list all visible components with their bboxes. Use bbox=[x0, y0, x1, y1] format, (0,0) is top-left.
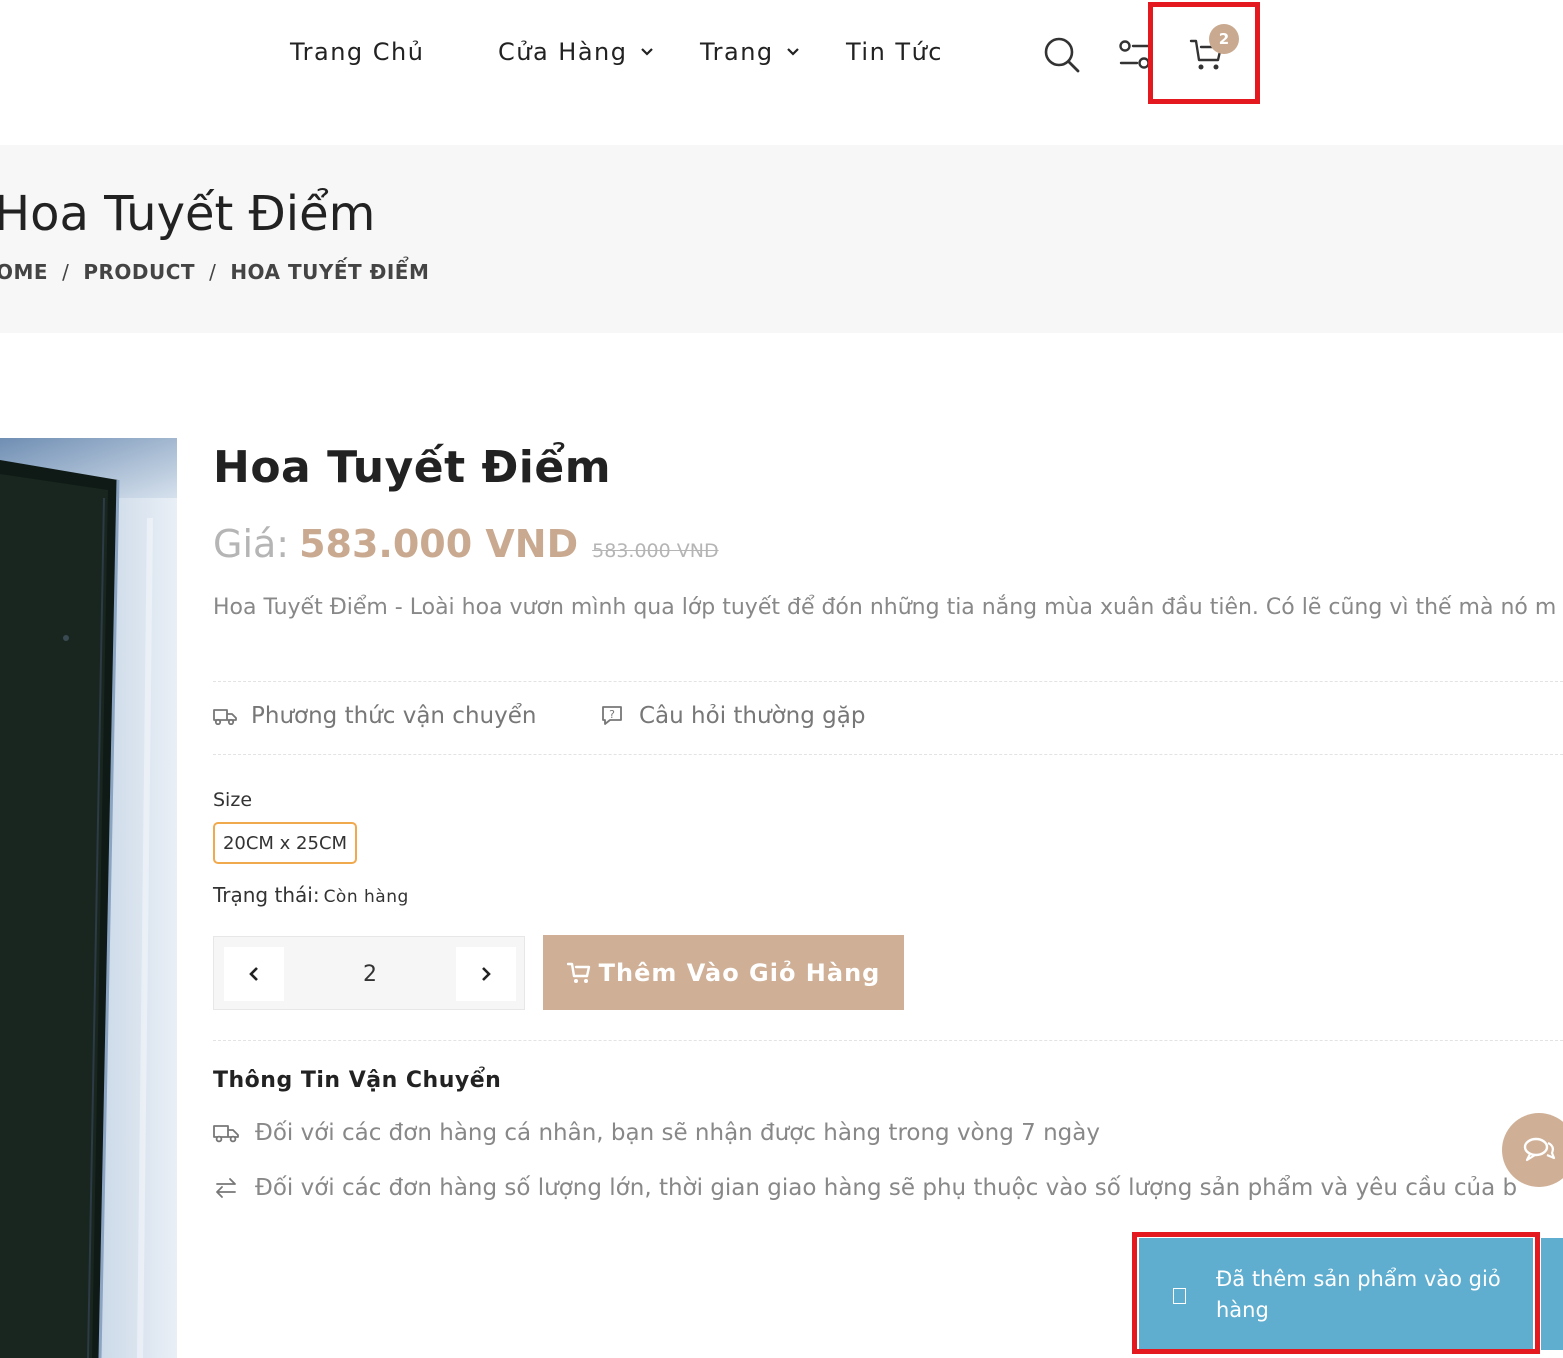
nav-shop-label: Cửa Hàng bbox=[498, 38, 628, 66]
stock-status-label: Trạng thái: bbox=[213, 883, 320, 907]
quantity-increase-button[interactable] bbox=[456, 947, 516, 1001]
stock-status: Trạng thái: Còn hàng bbox=[213, 883, 409, 907]
shipping-info-text: Đối với các đơn hàng số lượng lớn, thời … bbox=[255, 1175, 1518, 1201]
nav-news-label: Tin Tức bbox=[846, 38, 943, 66]
breadcrumb-separator: / bbox=[62, 260, 70, 284]
stock-status-value: Còn hàng bbox=[323, 887, 409, 907]
faq-label: Câu hỏi thường gặp bbox=[639, 703, 866, 729]
quantity-decrease-button[interactable] bbox=[224, 947, 284, 1001]
size-option-selected[interactable]: 20CM x 25CM bbox=[213, 822, 357, 864]
size-label: Size bbox=[213, 789, 253, 811]
faq-link[interactable]: ? Câu hỏi thường gặp bbox=[601, 703, 865, 729]
chevron-down-icon bbox=[786, 48, 799, 56]
breadcrumb-home[interactable]: OME bbox=[0, 260, 48, 284]
chevron-right-icon bbox=[482, 967, 491, 981]
nav-pages-label: Trang bbox=[700, 38, 774, 66]
truck-icon bbox=[213, 709, 237, 725]
shipping-method-label: Phương thức vận chuyển bbox=[251, 703, 537, 729]
shipping-method-link[interactable]: Phương thức vận chuyển bbox=[213, 703, 536, 729]
add-to-cart-label: Thêm Vào Giỏ Hàng bbox=[598, 958, 881, 987]
nav-pages[interactable]: Trang bbox=[700, 38, 800, 66]
divider bbox=[213, 754, 1563, 755]
shipping-info-text: Đối với các đơn hàng cá nhân, bạn sẽ nhậ… bbox=[255, 1120, 1100, 1146]
add-to-cart-button[interactable]: Thêm Vào Giỏ Hàng bbox=[543, 935, 904, 1010]
nav-home-label: Trang Chủ bbox=[290, 38, 425, 66]
toast-notification-secondary bbox=[1541, 1238, 1563, 1350]
nav-news[interactable]: Tin Tức bbox=[846, 38, 943, 66]
shipping-info-heading: Thông Tin Vận Chuyển bbox=[213, 1068, 502, 1093]
price-old: 583.000 VND bbox=[592, 540, 719, 562]
quantity-stepper: 2 bbox=[213, 936, 525, 1010]
svg-text:?: ? bbox=[609, 708, 615, 721]
search-icon[interactable] bbox=[1043, 36, 1081, 74]
product-image[interactable] bbox=[0, 438, 177, 1358]
divider bbox=[213, 681, 1563, 682]
quantity-input[interactable]: 2 bbox=[310, 955, 430, 995]
product-title: Hoa Tuyết Điểm bbox=[213, 442, 612, 493]
toast-highlight-box bbox=[1132, 1232, 1540, 1354]
price-row: Giá: 583.000 VND 583.000 VND bbox=[213, 522, 719, 566]
price-label: Giá: bbox=[213, 522, 290, 566]
breadcrumb-separator: / bbox=[209, 260, 217, 284]
chevron-left-icon bbox=[249, 967, 258, 981]
breadcrumb: OME / PRODUCT / HOA TUYẾT ĐIỂM bbox=[0, 260, 429, 284]
site-header: Trang Chủ Cửa Hàng Trang Tin Tức 2 bbox=[0, 0, 1563, 110]
chat-icon bbox=[1523, 1137, 1556, 1162]
exchange-arrows-icon bbox=[216, 1178, 236, 1198]
page-title: Hoa Tuyết Điểm bbox=[0, 186, 376, 242]
cart-highlight-box bbox=[1148, 2, 1260, 104]
chevron-down-icon bbox=[640, 48, 653, 56]
divider bbox=[213, 1040, 1563, 1041]
shipping-info-line: Đối với các đơn hàng số lượng lớn, thời … bbox=[213, 1175, 1517, 1201]
nav-home[interactable]: Trang Chủ bbox=[290, 38, 424, 66]
shipping-info-line: Đối với các đơn hàng cá nhân, bạn sẽ nhậ… bbox=[213, 1120, 1100, 1146]
truck-icon bbox=[213, 1125, 239, 1143]
breadcrumb-current: HOA TUYẾT ĐIỂM bbox=[230, 260, 430, 284]
nav-shop[interactable]: Cửa Hàng bbox=[498, 38, 654, 66]
price-current: 583.000 VND bbox=[299, 522, 579, 566]
breadcrumb-product[interactable]: PRODUCT bbox=[83, 260, 195, 284]
cart-icon bbox=[566, 962, 590, 983]
product-description: Hoa Tuyết Điểm - Loài hoa vươn mình qua … bbox=[213, 595, 1557, 620]
question-icon: ? bbox=[602, 706, 622, 725]
